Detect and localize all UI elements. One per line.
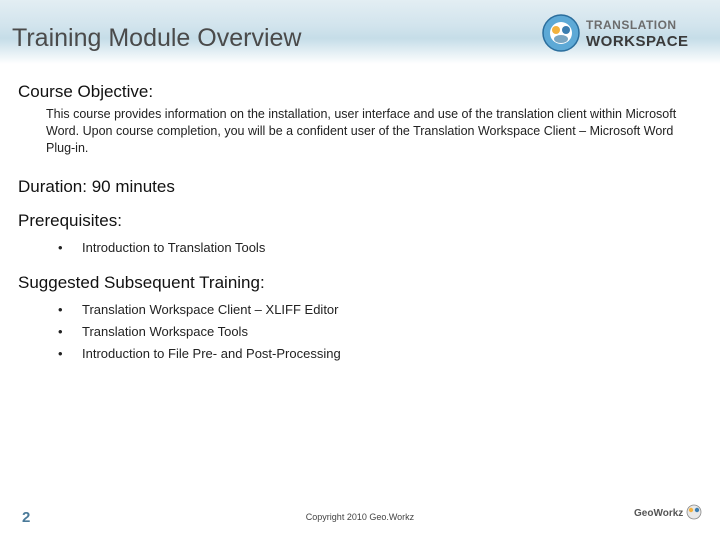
objective-heading: Course Objective: (18, 82, 702, 102)
footer: 2 Copyright 2010 Geo.Workz GeoWorkz (0, 500, 720, 530)
header-band: Training Module Overview TRANSLATION WOR… (0, 0, 720, 64)
suggested-heading: Suggested Subsequent Training: (18, 273, 702, 293)
copyright-text: Copyright 2010 Geo.Workz (0, 512, 720, 522)
suggested-list: Translation Workspace Client – XLIFF Edi… (58, 299, 702, 365)
footer-logo: GeoWorkz (634, 503, 704, 526)
brand-text: TRANSLATION WORKSPACE (586, 16, 706, 50)
svg-text:GeoWorkz: GeoWorkz (634, 508, 683, 519)
duration-line: Duration: 90 minutes (18, 177, 702, 197)
content-area: Course Objective: This course provides i… (0, 60, 720, 365)
slide-title: Training Module Overview (12, 24, 301, 53)
brand-bottom: WORKSPACE (586, 33, 689, 50)
workspace-icon (542, 14, 580, 52)
objective-text: This course provides information on the … (46, 106, 690, 157)
list-item: Introduction to Translation Tools (58, 237, 702, 259)
brand-logo: TRANSLATION WORKSPACE (542, 14, 706, 52)
list-item: Introduction to File Pre- and Post-Proce… (58, 343, 702, 365)
list-item: Translation Workspace Tools (58, 321, 702, 343)
list-item: Translation Workspace Client – XLIFF Edi… (58, 299, 702, 321)
prereq-list: Introduction to Translation Tools (58, 237, 702, 259)
brand-top: TRANSLATION (586, 18, 677, 32)
prereq-heading: Prerequisites: (18, 211, 702, 231)
